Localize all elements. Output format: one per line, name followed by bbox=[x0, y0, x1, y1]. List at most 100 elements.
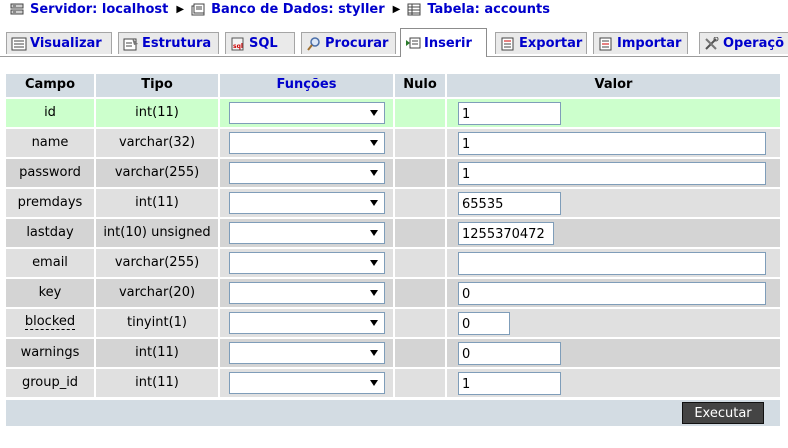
tab-insert-label: Inserir bbox=[424, 35, 472, 51]
operations-icon bbox=[705, 36, 719, 50]
tab-export[interactable]: Exportar bbox=[495, 32, 587, 54]
field-name: email bbox=[6, 249, 94, 277]
header-valor: Valor bbox=[447, 74, 780, 97]
header-tipo: Tipo bbox=[96, 74, 218, 97]
function-select[interactable] bbox=[229, 312, 385, 334]
function-select[interactable] bbox=[229, 162, 385, 184]
svg-text:sql: sql bbox=[233, 43, 243, 50]
table-row: email varchar(255) bbox=[6, 249, 780, 279]
breadcrumb-database-label: Banco de Dados: styller bbox=[211, 1, 385, 17]
server-icon bbox=[10, 3, 24, 14]
dropdown-arrow-icon bbox=[370, 320, 378, 326]
table-row: warnings int(11) 0 bbox=[6, 339, 780, 369]
breadcrumb-database[interactable]: Banco de Dados: styller bbox=[191, 2, 385, 17]
field-type: int(10) unsigned bbox=[96, 219, 218, 247]
structure-icon bbox=[123, 37, 138, 50]
value-input[interactable]: 0 bbox=[458, 342, 561, 365]
field-name[interactable]: blocked bbox=[6, 309, 94, 337]
tab-bar: Visualizar Estrutura sql SQL Procurar In… bbox=[0, 28, 788, 57]
table-row: key varchar(20) 0 bbox=[6, 279, 780, 309]
field-name: group_id bbox=[6, 369, 94, 397]
field-name: key bbox=[6, 279, 94, 307]
database-icon bbox=[191, 3, 205, 15]
breadcrumb-table[interactable]: Tabela: accounts bbox=[407, 2, 550, 17]
dropdown-arrow-icon bbox=[370, 380, 378, 386]
function-select[interactable] bbox=[229, 372, 385, 394]
table-row: id int(11) 1 bbox=[6, 99, 780, 129]
tab-insert[interactable]: Inserir bbox=[400, 28, 487, 57]
tab-search-label: Procurar bbox=[325, 36, 389, 51]
value-input[interactable]: 1 bbox=[458, 132, 766, 155]
tab-browse[interactable]: Visualizar bbox=[6, 32, 112, 54]
execute-button[interactable]: Executar bbox=[682, 402, 764, 424]
function-select[interactable] bbox=[229, 132, 385, 154]
value-input[interactable]: 0 bbox=[458, 282, 766, 305]
function-select[interactable] bbox=[229, 252, 385, 274]
field-name: premdays bbox=[6, 189, 94, 217]
insert-icon bbox=[406, 37, 421, 49]
field-type: int(11) bbox=[96, 369, 218, 397]
tab-sql[interactable]: sql SQL bbox=[225, 32, 295, 54]
field-type: varchar(20) bbox=[96, 279, 218, 307]
tab-operations[interactable]: Operaçõ bbox=[699, 32, 788, 54]
field-type: int(11) bbox=[96, 99, 218, 127]
tab-browse-label: Visualizar bbox=[30, 36, 102, 51]
tab-export-label: Exportar bbox=[519, 36, 583, 51]
function-select[interactable] bbox=[229, 342, 385, 364]
function-select[interactable] bbox=[229, 192, 385, 214]
browse-icon bbox=[11, 37, 27, 50]
search-icon bbox=[307, 36, 320, 51]
tab-operations-label: Operaçõ bbox=[723, 36, 784, 51]
tab-import-label: Importar bbox=[617, 36, 682, 51]
dropdown-arrow-icon bbox=[370, 290, 378, 296]
header-nulo: Nulo bbox=[395, 74, 445, 97]
tab-structure[interactable]: Estrutura bbox=[118, 32, 219, 54]
field-type: tinyint(1) bbox=[96, 309, 218, 337]
value-input[interactable] bbox=[458, 252, 766, 275]
tab-import[interactable]: Importar bbox=[593, 32, 688, 54]
field-type: int(11) bbox=[96, 339, 218, 367]
value-input[interactable]: 1255370472 bbox=[458, 222, 554, 245]
value-input[interactable]: 0 bbox=[458, 312, 510, 335]
function-select[interactable] bbox=[229, 222, 385, 244]
header-campo: Campo bbox=[6, 74, 94, 97]
field-name: lastday bbox=[6, 219, 94, 247]
value-input[interactable]: 1 bbox=[458, 102, 561, 125]
table-row: password varchar(255) 1 bbox=[6, 159, 780, 189]
table-row: blocked tinyint(1) 0 bbox=[6, 309, 780, 339]
field-name-label: blocked bbox=[24, 314, 76, 330]
breadcrumb-separator-icon: ▶ bbox=[176, 3, 185, 15]
table-icon bbox=[407, 3, 421, 15]
value-input[interactable]: 65535 bbox=[458, 192, 561, 215]
value-input[interactable]: 1 bbox=[458, 372, 561, 395]
dropdown-arrow-icon bbox=[370, 140, 378, 146]
field-name: id bbox=[6, 99, 94, 127]
tab-search[interactable]: Procurar bbox=[301, 32, 396, 54]
function-select[interactable] bbox=[229, 102, 385, 124]
breadcrumb-server-label: Servidor: localhost bbox=[30, 1, 169, 17]
tab-structure-label: Estrutura bbox=[142, 36, 212, 51]
field-type: varchar(32) bbox=[96, 129, 218, 157]
breadcrumb: Servidor: localhost ▶ Banco de Dados: st… bbox=[10, 0, 550, 18]
dropdown-arrow-icon bbox=[370, 230, 378, 236]
dropdown-arrow-icon bbox=[370, 260, 378, 266]
sql-icon: sql bbox=[231, 37, 244, 50]
dropdown-arrow-icon bbox=[370, 200, 378, 206]
header-funcoes[interactable]: Funções bbox=[220, 74, 393, 97]
function-select[interactable] bbox=[229, 282, 385, 304]
value-input[interactable]: 1 bbox=[458, 162, 766, 185]
form-footer: Executar bbox=[6, 400, 780, 426]
table-row: name varchar(32) 1 bbox=[6, 129, 780, 159]
table-row: premdays int(11) 65535 bbox=[6, 189, 780, 219]
dropdown-arrow-icon bbox=[370, 170, 378, 176]
export-icon bbox=[501, 37, 514, 50]
dropdown-arrow-icon bbox=[370, 110, 378, 116]
field-type: varchar(255) bbox=[96, 249, 218, 277]
import-icon bbox=[599, 37, 612, 50]
breadcrumb-table-label: Tabela: accounts bbox=[427, 1, 550, 17]
field-type: varchar(255) bbox=[96, 159, 218, 187]
table-row: group_id int(11) 1 bbox=[6, 369, 780, 399]
breadcrumb-server[interactable]: Servidor: localhost bbox=[10, 2, 168, 17]
field-name: name bbox=[6, 129, 94, 157]
field-name: password bbox=[6, 159, 94, 187]
